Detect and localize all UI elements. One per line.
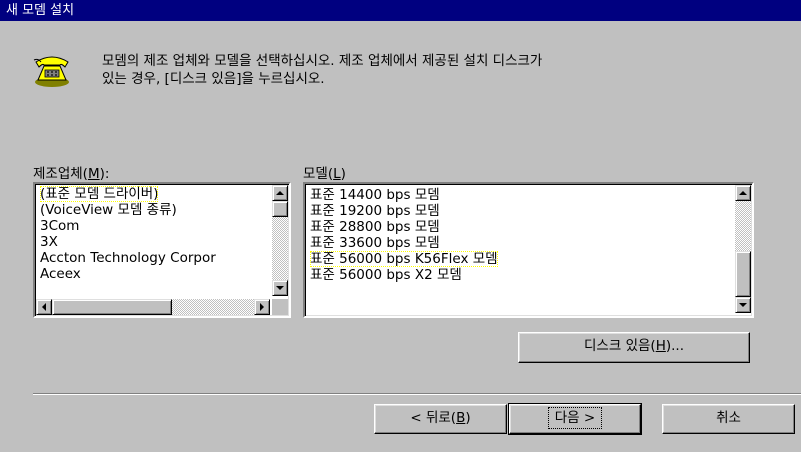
model-item[interactable]: 표준 56000 bps X2 모뎀 <box>308 267 734 283</box>
scroll-left-arrow-icon <box>42 303 46 311</box>
cancel-label: 취소 <box>716 410 741 426</box>
manufacturer-item[interactable]: Accton Technology Corpor <box>38 250 271 266</box>
manufacturer-scroll-left-button[interactable] <box>36 299 52 315</box>
model-vscroll-thumb[interactable] <box>735 251 751 297</box>
telephone-modem-icon <box>33 56 69 87</box>
model-label-text: 모델( <box>303 166 334 182</box>
have-disk-button[interactable]: 디스크 있음(H)... <box>518 332 750 363</box>
next-button[interactable]: 다음 > <box>508 403 642 435</box>
back-button[interactable]: < 뒤로(B) <box>374 404 507 434</box>
manufacturer-label-text: 제조업체( <box>33 166 88 182</box>
model-label-end: ) <box>340 166 346 182</box>
model-item[interactable]: 표준 19200 bps 모뎀 <box>308 203 734 219</box>
have-disk-label-end: )... <box>665 338 684 354</box>
model-list: 표준 14400 bps 모뎀 표준 19200 bps 모뎀 표준 28800… <box>308 187 734 283</box>
model-scroll-up-button[interactable] <box>735 185 751 201</box>
manufacturer-item[interactable]: 3Com <box>38 218 271 234</box>
manufacturer-scroll-down-button[interactable] <box>272 280 288 296</box>
manufacturer-label-end: ): <box>99 166 110 182</box>
manufacturer-label: 제조업체(M): <box>33 162 109 182</box>
manufacturer-vscroll-thumb[interactable] <box>272 201 288 217</box>
manufacturer-hscroll-track[interactable] <box>172 299 254 315</box>
manufacturer-vscroll-track[interactable] <box>272 217 288 280</box>
model-item[interactable]: 표준 56000 bps K56Flex 모뎀 <box>308 251 734 267</box>
model-vscroll-track-upper[interactable] <box>735 201 751 251</box>
instruction-line-2: 있는 경우, [디스크 있음]을 누르십시오. <box>102 71 325 87</box>
separator <box>33 393 801 395</box>
scroll-down-arrow-icon <box>739 303 747 307</box>
back-label: < 뒤로( <box>410 410 457 426</box>
instruction-line-1: 모뎀의 제조 업체와 모델을 선택하십시오. 제조 업체에서 제공된 설치 디스… <box>102 53 543 69</box>
cancel-button[interactable]: 취소 <box>662 404 795 434</box>
scroll-corner <box>272 299 288 315</box>
model-item[interactable]: 표준 14400 bps 모뎀 <box>308 187 734 203</box>
manufacturer-item[interactable]: (표준 모뎀 드라이버) <box>38 186 271 202</box>
back-label-end: ) <box>465 410 471 426</box>
have-disk-label: 디스크 있음( <box>584 338 656 354</box>
manufacturer-item[interactable]: (VoiceView 모뎀 종류) <box>38 202 271 218</box>
manufacturer-item[interactable]: 3X <box>38 234 271 250</box>
scroll-down-arrow-icon <box>276 286 284 290</box>
title-bar: 새 모뎀 설치 <box>0 0 801 21</box>
model-scroll-down-button[interactable] <box>735 297 751 313</box>
manufacturer-scroll-up-button[interactable] <box>272 185 288 201</box>
manufacturer-hscroll-thumb[interactable] <box>52 299 172 315</box>
manufacturer-scroll-right-button[interactable] <box>254 299 270 315</box>
next-label: 다음 > <box>547 407 603 429</box>
model-label-key: L <box>333 166 341 182</box>
model-item[interactable]: 표준 33600 bps 모뎀 <box>308 235 734 251</box>
model-listbox[interactable]: 표준 14400 bps 모뎀 표준 19200 bps 모뎀 표준 28800… <box>303 182 754 318</box>
model-label: 모델(L) <box>303 162 346 182</box>
window-title: 새 모뎀 설치 <box>6 3 75 18</box>
manufacturer-listbox[interactable]: (표준 모뎀 드라이버) (VoiceView 모뎀 종류) 3Com 3X A… <box>33 182 291 318</box>
manufacturer-label-key: M <box>87 166 100 182</box>
have-disk-key: H <box>655 338 666 354</box>
scroll-right-arrow-icon <box>260 303 264 311</box>
back-key: B <box>456 410 466 426</box>
scroll-up-arrow-icon <box>739 191 747 195</box>
scroll-up-arrow-icon <box>276 191 284 195</box>
manufacturer-item[interactable]: Aceex <box>38 266 271 282</box>
instruction-text: 모뎀의 제조 업체와 모델을 선택하십시오. 제조 업체에서 제공된 설치 디스… <box>102 52 762 88</box>
manufacturer-list: (표준 모뎀 드라이버) (VoiceView 모뎀 종류) 3Com 3X A… <box>38 186 271 296</box>
model-item[interactable]: 표준 28800 bps 모뎀 <box>308 219 734 235</box>
